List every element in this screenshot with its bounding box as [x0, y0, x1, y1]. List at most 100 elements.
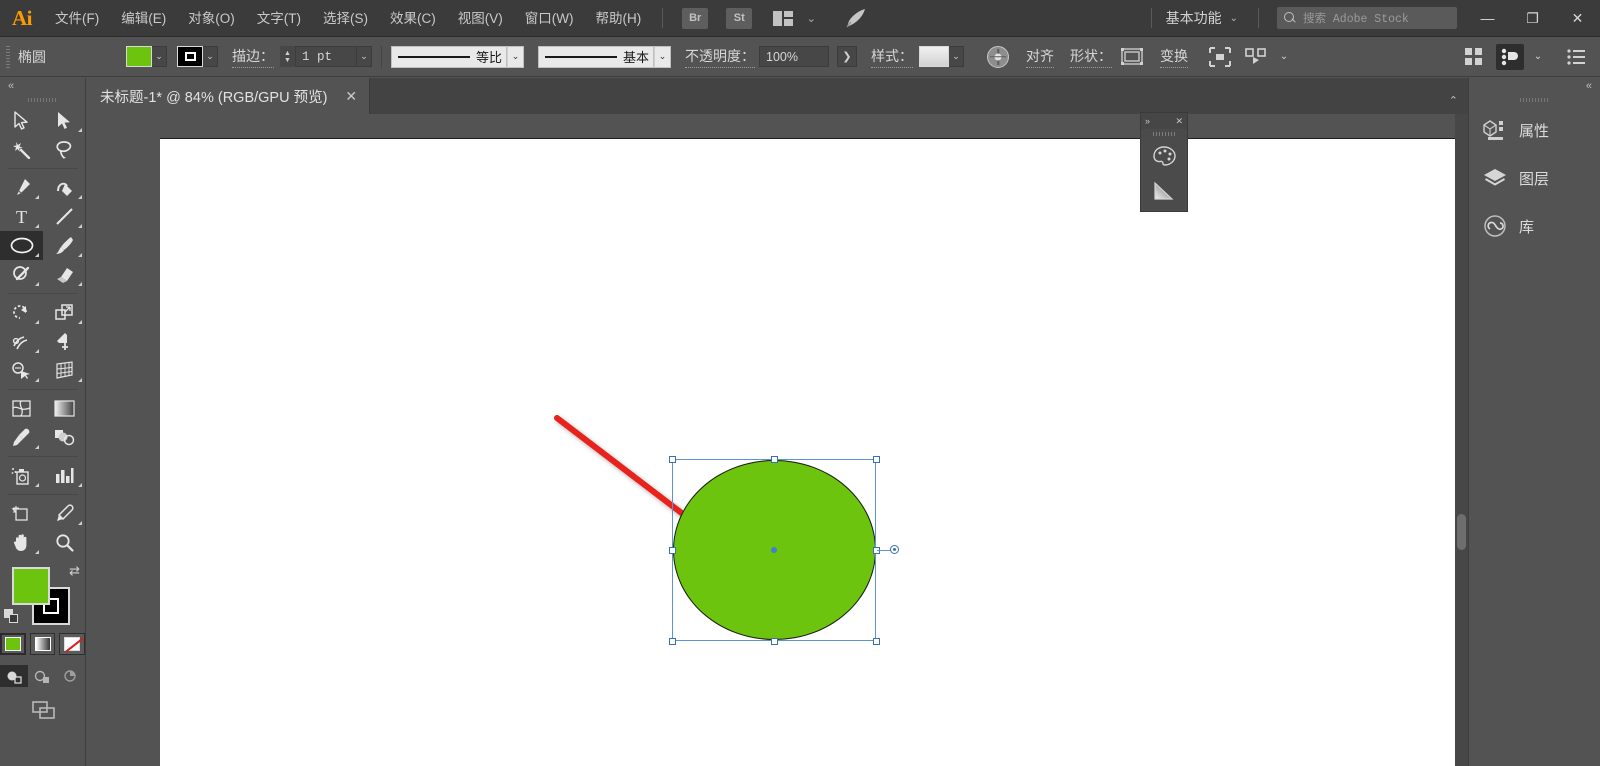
- blend-tool[interactable]: [43, 423, 86, 452]
- stroke-color-control[interactable]: ⌄: [177, 46, 218, 67]
- toolbar-grip[interactable]: [0, 94, 85, 106]
- eraser-tool[interactable]: [43, 260, 86, 289]
- rocket-icon[interactable]: [843, 8, 869, 29]
- selection-handle-middle-left[interactable]: [669, 547, 676, 554]
- artboard-tool[interactable]: [0, 499, 43, 528]
- bridge-icon[interactable]: Br: [682, 8, 708, 29]
- isolate-selected-object-icon[interactable]: [1206, 44, 1234, 70]
- gradient-tool[interactable]: [43, 394, 86, 423]
- ellipse-tool[interactable]: [0, 231, 43, 260]
- rightdock-collapse-button[interactable]: «: [1469, 78, 1600, 94]
- brush-definition-control[interactable]: 基本 ⌄: [538, 46, 671, 68]
- tabstrip-chevron-up-icon[interactable]: ⌃: [1449, 94, 1468, 114]
- canvas-area[interactable]: ⌃: [86, 114, 1468, 766]
- close-icon[interactable]: ✕: [345, 88, 357, 105]
- fill-chevron-down-icon[interactable]: ⌄: [152, 46, 167, 67]
- selection-handle-top-center[interactable]: [771, 456, 778, 463]
- select-similar-objects-icon[interactable]: [1242, 44, 1270, 70]
- stroke-weight-label[interactable]: 描边：: [232, 46, 274, 68]
- document-setup-list-icon[interactable]: [1562, 44, 1590, 70]
- canvas-vertical-scrollbar[interactable]: [1455, 114, 1468, 766]
- selection-handle-top-right[interactable]: [873, 456, 880, 463]
- recolor-artwork-icon[interactable]: [984, 44, 1012, 70]
- stroke-weight-chevron-down-icon[interactable]: ⌄: [357, 46, 372, 67]
- arrange-documents-icon[interactable]: [770, 8, 796, 29]
- draw-normal-button[interactable]: [0, 665, 28, 687]
- eyedropper-tool[interactable]: [0, 423, 43, 452]
- canvas-scrollbar-thumb[interactable]: [1457, 514, 1466, 550]
- document-tab[interactable]: 未标题-1* @ 84% (RGB/GPU 预览) ✕: [86, 78, 370, 114]
- stock-search-input[interactable]: 搜索 Adobe Stock: [1277, 7, 1457, 29]
- color-mode-button[interactable]: [0, 633, 26, 655]
- arrange-chevron-down-icon[interactable]: ⌄: [798, 8, 824, 29]
- rotate-tool[interactable]: [0, 298, 43, 327]
- window-minimize-button[interactable]: —: [1465, 0, 1510, 37]
- opacity-value-input[interactable]: 100%: [759, 46, 829, 67]
- select-similar-chevron-down-icon[interactable]: ⌄: [1270, 44, 1298, 70]
- menu-object[interactable]: 对象(O): [177, 0, 246, 37]
- toolbar-collapse-button[interactable]: «: [0, 78, 85, 94]
- selection-handle-bottom-left[interactable]: [669, 638, 676, 645]
- shaper-tool[interactable]: [0, 260, 43, 289]
- toolbar-fill-swatch[interactable]: [12, 567, 50, 605]
- panel-properties[interactable]: 属性: [1469, 106, 1600, 154]
- brush-definition-value[interactable]: 基本: [538, 46, 654, 68]
- width-profile-chevron-down-icon[interactable]: ⌄: [507, 46, 524, 68]
- panel-layers[interactable]: 图层: [1469, 154, 1600, 202]
- mini-panel-expand-icon[interactable]: »: [1145, 116, 1150, 126]
- arrange-objects-icon[interactable]: [1496, 44, 1524, 70]
- zoom-tool[interactable]: [43, 528, 86, 557]
- rotation-widget-knob[interactable]: [890, 545, 899, 554]
- none-mode-button[interactable]: [59, 633, 85, 655]
- default-fill-stroke-icon[interactable]: [4, 609, 18, 623]
- shape-builder-tool[interactable]: [0, 356, 43, 385]
- type-tool[interactable]: T: [0, 202, 43, 231]
- shape-options-icon[interactable]: [1118, 44, 1146, 70]
- line-segment-tool[interactable]: [43, 202, 86, 231]
- stroke-color-swatch[interactable]: [177, 46, 203, 67]
- paintbrush-tool[interactable]: [43, 231, 86, 260]
- mini-panel-grip[interactable]: [1141, 129, 1187, 138]
- direct-selection-tool[interactable]: [43, 106, 86, 135]
- arrange-objects-chevron-down-icon[interactable]: ⌄: [1524, 44, 1552, 70]
- stroke-weight-value[interactable]: 1 pt: [295, 46, 357, 67]
- column-graph-tool[interactable]: [43, 461, 86, 490]
- lasso-tool[interactable]: [43, 135, 86, 164]
- symbol-sprayer-tool[interactable]: [0, 461, 43, 490]
- selection-tool[interactable]: [0, 106, 43, 135]
- menu-file[interactable]: 文件(F): [44, 0, 110, 37]
- workspace-chevron-down-icon[interactable]: ⌄: [1230, 13, 1248, 24]
- mini-panel-close-icon[interactable]: ✕: [1175, 116, 1183, 127]
- width-tool[interactable]: [0, 327, 43, 356]
- pen-tool[interactable]: [0, 173, 43, 202]
- hand-tool[interactable]: [0, 528, 43, 557]
- menu-type[interactable]: 文字(T): [246, 0, 312, 37]
- stroke-weight-control[interactable]: ▲▼ 1 pt ⌄: [280, 46, 372, 67]
- fill-color-control[interactable]: ⌄: [126, 46, 167, 67]
- menu-select[interactable]: 选择(S): [312, 0, 379, 37]
- menu-edit[interactable]: 编辑(E): [110, 0, 177, 37]
- window-restore-button[interactable]: ❐: [1510, 0, 1555, 37]
- opacity-label[interactable]: 不透明度：: [685, 46, 755, 68]
- control-bar-grip[interactable]: [6, 46, 10, 68]
- rightdock-grip[interactable]: [1469, 94, 1600, 106]
- style-chevron-down-icon[interactable]: ⌄: [949, 46, 964, 67]
- menu-view[interactable]: 视图(V): [447, 0, 514, 37]
- scale-tool[interactable]: [43, 298, 86, 327]
- draw-behind-button[interactable]: [28, 665, 56, 687]
- gradient-mode-button[interactable]: [30, 633, 56, 655]
- mesh-tool[interactable]: [0, 394, 43, 423]
- perspective-grid-tool[interactable]: [43, 356, 86, 385]
- brush-chevron-down-icon[interactable]: ⌄: [654, 46, 671, 68]
- curvature-tool[interactable]: [43, 173, 86, 202]
- transform-label[interactable]: 变换: [1160, 46, 1188, 68]
- width-profile-control[interactable]: 等比 ⌄: [391, 46, 524, 68]
- draw-inside-button[interactable]: [57, 665, 85, 687]
- menu-effect[interactable]: 效果(C): [379, 0, 447, 37]
- window-close-button[interactable]: ✕: [1555, 0, 1600, 37]
- align-label[interactable]: 对齐: [1026, 46, 1054, 68]
- graphic-style-swatch[interactable]: [919, 46, 949, 67]
- selection-handle-bottom-right[interactable]: [873, 638, 880, 645]
- menu-window[interactable]: 窗口(W): [514, 0, 585, 37]
- free-transform-tool[interactable]: [43, 327, 86, 356]
